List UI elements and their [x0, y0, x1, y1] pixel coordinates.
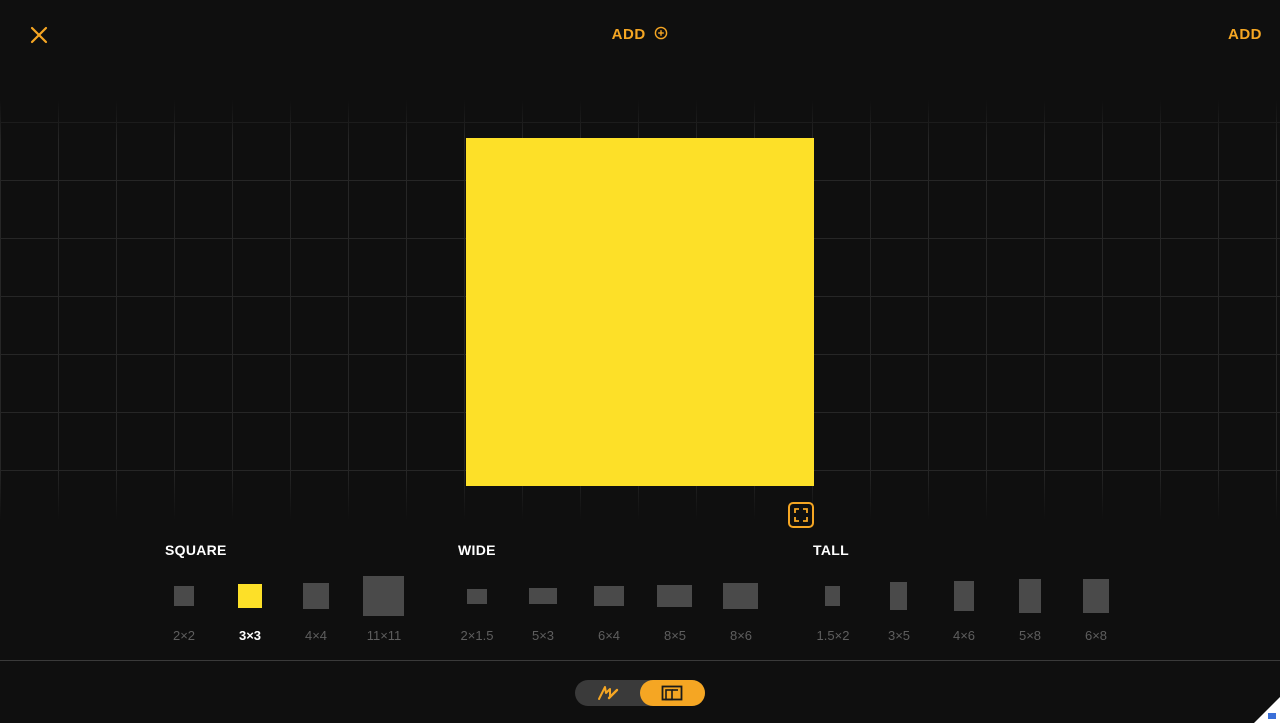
size-option-1.5x2[interactable]: 1.5×2 [803, 570, 863, 646]
size-option-4x6[interactable]: 4×6 [934, 570, 994, 646]
pen-scribble-icon [598, 686, 619, 700]
size-option-5x8[interactable]: 5×8 [1000, 570, 1060, 646]
size-thumbnail [1000, 570, 1060, 622]
resize-button[interactable] [788, 502, 814, 528]
size-option-5x3[interactable]: 5×3 [513, 570, 573, 646]
size-thumbnail [869, 570, 929, 622]
size-option-label: 3×3 [238, 628, 262, 643]
size-mode-button[interactable] [640, 680, 705, 706]
corner-badge-icon [1254, 697, 1280, 723]
size-option-6x8[interactable]: 6×8 [1066, 570, 1126, 646]
draw-mode-button[interactable] [575, 680, 639, 706]
size-thumbnail [711, 570, 771, 622]
size-option-11x11[interactable]: 11×11 [354, 570, 414, 646]
size-option-3x3[interactable]: 3×3 [220, 570, 280, 646]
size-option-2x2[interactable]: 2×2 [154, 570, 214, 646]
mode-toggle [575, 680, 705, 706]
add-center-button[interactable]: ADD [0, 26, 1280, 43]
size-thumbnail [220, 570, 280, 622]
size-option-label: 2×1.5 [460, 628, 494, 643]
sticky-note-preview[interactable] [466, 138, 814, 486]
size-thumbnail [154, 570, 214, 622]
size-option-2x1.5[interactable]: 2×1.5 [447, 570, 507, 646]
size-option-label: 5×8 [1018, 628, 1042, 643]
size-option-label: 11×11 [366, 628, 402, 643]
size-option-label: 2×2 [172, 628, 196, 643]
size-option-label: 1.5×2 [816, 628, 850, 643]
size-option-label: 3×5 [887, 628, 911, 643]
size-option-label: 5×3 [531, 628, 555, 643]
size-option-label: 8×5 [663, 628, 687, 643]
canvas-fade-top [0, 100, 1280, 140]
add-center-label[interactable]: ADD [612, 26, 646, 43]
size-option-label: 6×4 [597, 628, 621, 643]
section-title-tall: TALL [813, 542, 849, 558]
size-option-label: 4×6 [952, 628, 976, 643]
size-option-label: 6×8 [1084, 628, 1108, 643]
size-option-8x5[interactable]: 8×5 [645, 570, 705, 646]
size-thumbnail [513, 570, 573, 622]
size-option-label: 4×4 [304, 628, 328, 643]
size-option-3x5[interactable]: 3×5 [869, 570, 929, 646]
size-thumbnail [803, 570, 863, 622]
section-title-wide: WIDE [458, 542, 496, 558]
size-option-label: 8×6 [729, 628, 753, 643]
size-thumbnail [447, 570, 507, 622]
section-title-square: SQUARE [165, 542, 227, 558]
size-thumbnail [645, 570, 705, 622]
size-option-4x4[interactable]: 4×4 [286, 570, 346, 646]
size-option-6x4[interactable]: 6×4 [579, 570, 639, 646]
add-button[interactable]: ADD [1228, 26, 1262, 43]
size-thumbnail [1066, 570, 1126, 622]
fullscreen-icon [794, 508, 808, 522]
bottom-divider [0, 660, 1280, 661]
layout-icon [661, 685, 683, 701]
size-thumbnail [934, 570, 994, 622]
top-bar: ADD ADD [0, 0, 1280, 70]
plus-circle-icon [655, 26, 668, 40]
size-thumbnail [579, 570, 639, 622]
size-thumbnail [286, 570, 346, 622]
size-thumbnail [354, 570, 414, 622]
size-option-8x6[interactable]: 8×6 [711, 570, 771, 646]
